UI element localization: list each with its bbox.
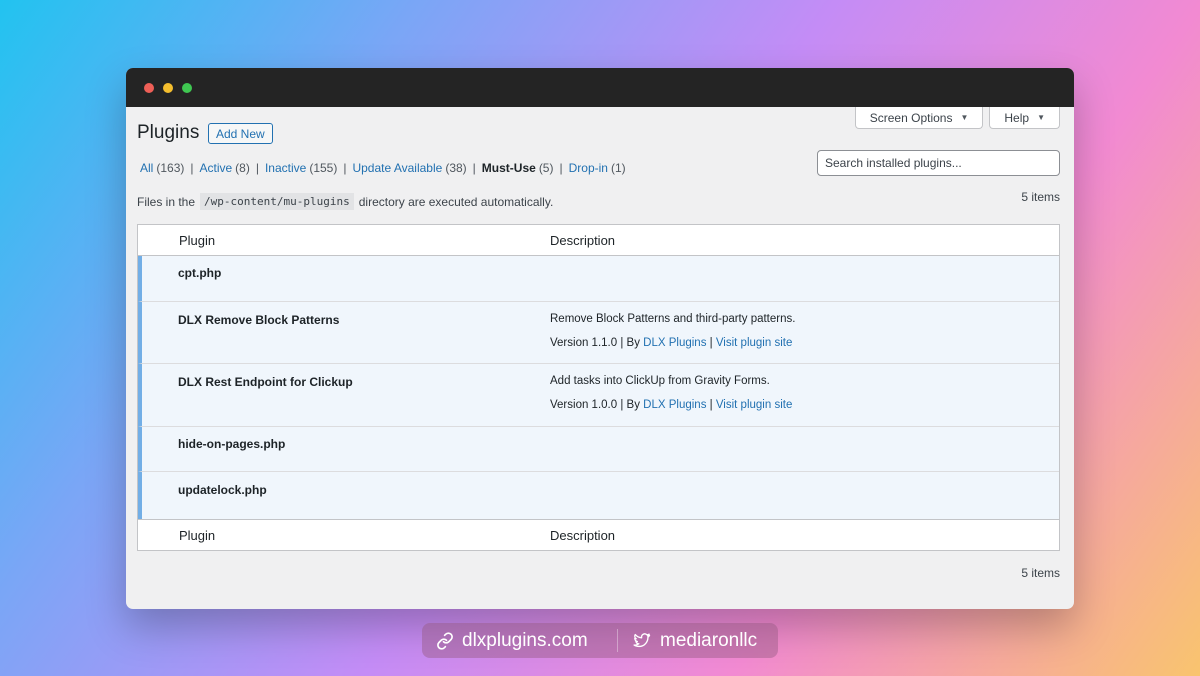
filter-count: (38)	[445, 161, 467, 175]
table-header: Plugin Description	[138, 225, 1059, 256]
plugin-name: cpt.php	[178, 266, 222, 280]
twitter-handle: mediaronllc	[660, 629, 758, 651]
filter-active[interactable]: Active (8)	[199, 161, 249, 175]
filter-inactive[interactable]: Inactive (155)	[265, 161, 337, 175]
filter-count: (163)	[156, 161, 185, 175]
plugin-status-filters: All (163) | Active (8) | Inactive (155) …	[140, 161, 626, 175]
filter-count: (155)	[309, 161, 338, 175]
notice-text-before: Files in the	[137, 194, 196, 209]
column-footer-description[interactable]: Description	[550, 528, 615, 543]
twitter-link[interactable]: mediaronllc	[632, 630, 757, 652]
filter-must-use[interactable]: Must-Use (5)	[482, 161, 554, 175]
notice-text-after: directory are executed automatically.	[358, 194, 554, 209]
table-row: cpt.php	[138, 256, 1059, 302]
table-row: DLX Remove Block Patterns Remove Block P…	[138, 302, 1059, 364]
filter-label: All	[140, 161, 154, 175]
caret-down-icon: ▼	[1037, 113, 1045, 122]
plugin-meta: Version 1.0.0 | By DLX Plugins | Visit p…	[550, 399, 793, 411]
link-icon	[437, 631, 453, 650]
filter-separator: |	[559, 161, 563, 175]
filter-count: (5)	[538, 161, 554, 175]
visit-plugin-site-link[interactable]: Visit plugin site	[716, 399, 793, 411]
screen-options-label: Screen Options	[869, 110, 953, 125]
plugin-description: Add tasks into ClickUp from Gravity Form…	[550, 375, 770, 387]
plugin-by: By	[626, 399, 640, 411]
social-links-pill: dlxplugins.com mediaronllc	[422, 623, 778, 658]
add-new-button[interactable]: Add New	[208, 123, 273, 144]
pill-divider	[617, 629, 618, 652]
plugin-author-link[interactable]: DLX Plugins	[643, 399, 706, 411]
mu-plugins-path: /wp-content/mu-plugins	[200, 193, 354, 210]
column-header-description[interactable]: Description	[550, 233, 615, 248]
filter-label: Active	[199, 161, 233, 175]
help-label: Help	[1004, 110, 1030, 125]
filter-count: (8)	[235, 161, 250, 175]
screen-meta-links: Screen Options ▼ Help ▼	[854, 107, 1060, 129]
filter-label: Must-Use	[481, 161, 536, 175]
plugins-page: Screen Options ▼ Help ▼ Plugins Add New …	[126, 107, 1074, 609]
minimize-window-button[interactable]	[163, 83, 173, 93]
window-titlebar	[126, 68, 1074, 107]
browser-window: Screen Options ▼ Help ▼ Plugins Add New …	[126, 68, 1074, 609]
column-header-plugin[interactable]: Plugin	[179, 233, 215, 248]
maximize-window-button[interactable]	[182, 83, 192, 93]
filter-separator: |	[343, 161, 347, 175]
items-count-top: 5 items	[1021, 190, 1060, 204]
plugin-meta: Version 1.1.0 | By DLX Plugins | Visit p…	[550, 337, 793, 349]
page-title: Plugins	[137, 122, 200, 143]
table-footer: Plugin Description	[138, 519, 1059, 550]
filter-all[interactable]: All (163)	[140, 161, 184, 175]
plugin-name: hide-on-pages.php	[178, 437, 286, 451]
plugin-name: DLX Remove Block Patterns	[178, 313, 340, 327]
plugin-author-link[interactable]: DLX Plugins	[643, 337, 706, 349]
twitter-bird-icon	[633, 632, 651, 647]
plugin-name: updatelock.php	[178, 483, 267, 497]
website-link[interactable]: dlxplugins.com	[436, 630, 588, 652]
filter-update-available[interactable]: Update Available (38)	[352, 161, 466, 175]
caret-down-icon: ▼	[960, 113, 969, 122]
search-plugins-input[interactable]: Search installed plugins...	[817, 150, 1060, 176]
plugin-version: Version 1.0.0	[550, 399, 618, 411]
filter-separator: |	[190, 161, 194, 175]
screen-options-button[interactable]: Screen Options ▼	[854, 107, 984, 129]
visit-plugin-site-link[interactable]: Visit plugin site	[716, 337, 793, 349]
table-row: DLX Rest Endpoint for Clickup Add tasks …	[138, 364, 1059, 427]
mu-plugins-notice: Files in the /wp-content/mu-plugins dire…	[137, 193, 553, 210]
plugin-description: Remove Block Patterns and third-party pa…	[550, 313, 796, 325]
website-text: dlxplugins.com	[462, 629, 588, 651]
filter-label: Drop-in	[568, 161, 608, 175]
filter-label: Inactive	[264, 161, 307, 175]
table-row: updatelock.php	[138, 472, 1059, 519]
table-row: hide-on-pages.php	[138, 427, 1059, 472]
plugin-by: By	[626, 337, 640, 349]
filter-label: Update Available	[352, 161, 443, 175]
plugin-version: Version 1.1.0	[550, 337, 618, 349]
filter-drop-in[interactable]: Drop-in (1)	[569, 161, 626, 175]
help-button[interactable]: Help ▼	[989, 107, 1060, 129]
filter-separator: |	[255, 161, 259, 175]
items-count-bottom: 5 items	[1021, 566, 1060, 580]
filter-count: (1)	[610, 161, 626, 175]
column-footer-plugin[interactable]: Plugin	[179, 528, 215, 543]
plugins-table: Plugin Description cpt.php DLX Remove Bl…	[137, 224, 1060, 551]
close-window-button[interactable]	[144, 83, 154, 93]
plugin-name: DLX Rest Endpoint for Clickup	[178, 375, 353, 389]
filter-separator: |	[472, 161, 476, 175]
